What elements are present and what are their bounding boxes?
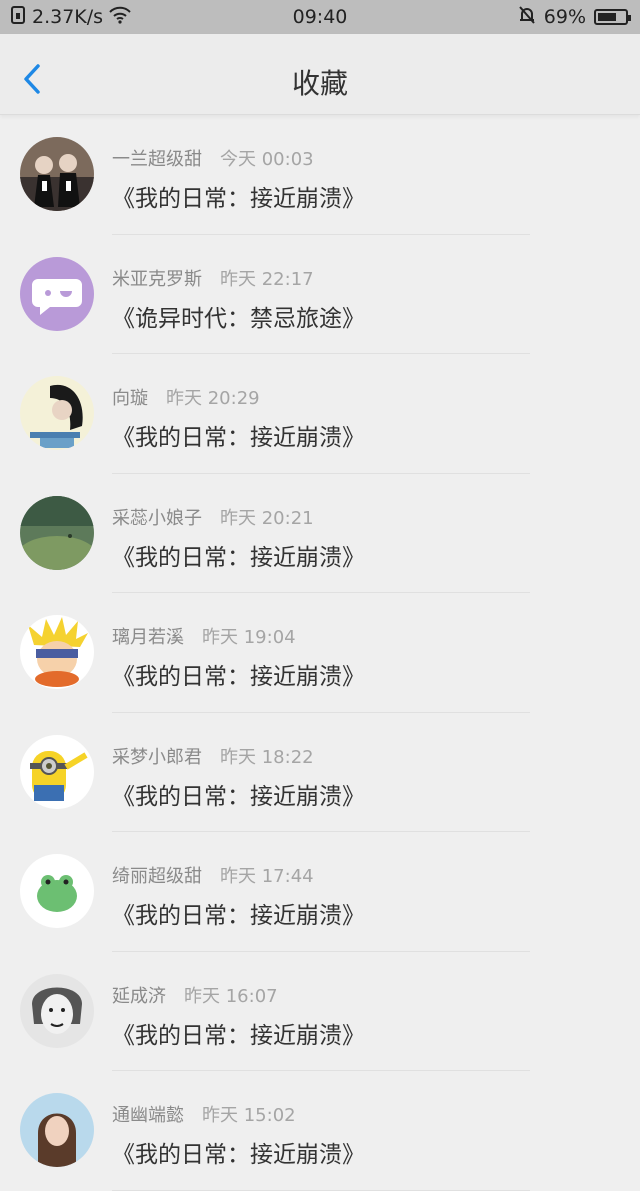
list-item[interactable]: 通幽端懿 昨天 15:02 《我的日常：接近崩溃》 (0, 1071, 640, 1191)
item-meta: 一兰超级甜 今天 00:03 (112, 145, 314, 171)
user-name: 璃月若溪 (112, 627, 184, 648)
status-bar: 2.37K/s 09:40 69% (0, 0, 640, 34)
page-title: 收藏 (291, 67, 348, 100)
list-item[interactable]: 璃月若溪 昨天 19:04 《我的日常：接近崩溃》 (0, 593, 640, 713)
book-title[interactable]: 《诡异时代：禁忌旅途》 (112, 299, 365, 333)
item-meta: 采蕊小娘子 昨天 20:21 (112, 504, 314, 530)
battery-percent: 69% (543, 6, 586, 28)
avatar[interactable] (20, 137, 94, 211)
book-title[interactable]: 《我的日常：接近崩溃》 (112, 657, 365, 691)
list-item[interactable]: 一兰超级甜 今天 00:03 《我的日常：接近崩溃》 (0, 115, 640, 235)
nav-bar: 收藏 (0, 34, 640, 115)
user-name: 向璇 (112, 388, 148, 409)
book-title[interactable]: 《我的日常：接近崩溃》 (112, 1135, 365, 1169)
favorites-list: 一兰超级甜 今天 00:03 《我的日常：接近崩溃》 米亚克罗斯 昨天 22:17 《诡异… (0, 115, 640, 1191)
avatar[interactable] (20, 973, 94, 1048)
status-right: 69% (518, 0, 631, 34)
avatar[interactable] (20, 854, 94, 928)
item-meta: 绮丽超级甜 昨天 17:44 (112, 862, 314, 888)
bell-mute-icon (518, 5, 536, 30)
user-name: 通幽端懿 (112, 1105, 184, 1126)
battery-fill (598, 13, 616, 21)
book-title[interactable]: 《我的日常：接近崩溃》 (112, 418, 365, 452)
timestamp: 昨天 20:21 (220, 507, 314, 529)
timestamp: 昨天 22:17 (220, 268, 314, 290)
avatar[interactable] (20, 1093, 94, 1167)
book-title[interactable]: 《我的日常：接近崩溃》 (112, 538, 365, 572)
avatar[interactable] (20, 734, 94, 809)
user-name: 绮丽超级甜 (112, 866, 202, 887)
timestamp: 今天 00:03 (220, 149, 314, 170)
item-meta: 米亚克罗斯 昨天 22:17 (112, 265, 314, 291)
list-item[interactable]: 向璇 昨天 20:29 《我的日常：接近崩溃》 (0, 354, 640, 474)
user-name: 延成济 (112, 985, 166, 1007)
list-item[interactable]: 绮丽超级甜 昨天 17:44 《我的日常：接近崩溃》 (0, 832, 640, 952)
list-item[interactable]: 米亚克罗斯 昨天 22:17 《诡异时代：禁忌旅途》 (0, 235, 640, 354)
book-title[interactable]: 《我的日常：接近崩溃》 (112, 896, 365, 930)
avatar[interactable] (20, 615, 94, 689)
avatar[interactable] (20, 376, 94, 450)
avatar[interactable] (20, 495, 94, 570)
item-meta: 采梦小郎君 昨天 18:22 (112, 743, 314, 769)
item-meta: 璃月若溪 昨天 19:04 (112, 623, 296, 649)
list-item[interactable]: 延成济 昨天 16:07 《我的日常：接近崩溃》 (0, 952, 640, 1071)
item-meta: 延成济 昨天 16:07 (112, 982, 278, 1008)
timestamp: 昨天 17:44 (220, 866, 314, 887)
battery-icon (594, 9, 631, 25)
book-title[interactable]: 《我的日常：接近崩溃》 (112, 1016, 365, 1050)
timestamp: 昨天 16:07 (184, 985, 278, 1007)
book-title[interactable]: 《我的日常：接近崩溃》 (112, 179, 365, 213)
user-name: 采梦小郎君 (112, 746, 202, 768)
list-item[interactable]: 采蕊小娘子 昨天 20:21 《我的日常：接近崩溃》 (0, 474, 640, 593)
timestamp: 昨天 20:29 (166, 388, 260, 409)
list-item[interactable]: 采梦小郎君 昨天 18:22 《我的日常：接近崩溃》 (0, 713, 640, 832)
user-name: 一兰超级甜 (112, 149, 202, 170)
divider (112, 1189, 530, 1191)
avatar[interactable] (20, 256, 94, 331)
book-title[interactable]: 《我的日常：接近崩溃》 (112, 777, 365, 811)
timestamp: 昨天 15:02 (202, 1105, 296, 1126)
timestamp: 昨天 19:04 (202, 627, 296, 648)
user-name: 米亚克罗斯 (112, 268, 202, 290)
item-meta: 向璇 昨天 20:29 (112, 384, 260, 410)
timestamp: 昨天 18:22 (220, 746, 314, 768)
user-name: 采蕊小娘子 (112, 507, 202, 529)
item-meta: 通幽端懿 昨天 15:02 (112, 1101, 296, 1127)
